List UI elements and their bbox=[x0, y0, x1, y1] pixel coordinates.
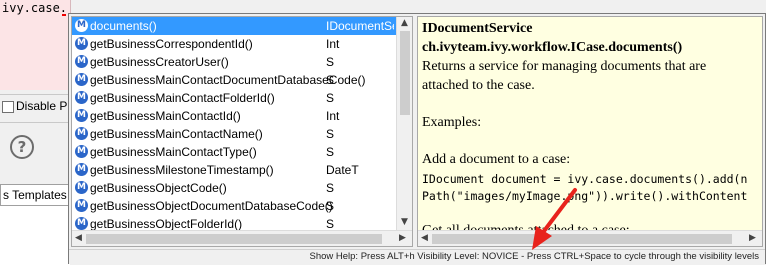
annotation-arrow-icon bbox=[532, 188, 577, 250]
